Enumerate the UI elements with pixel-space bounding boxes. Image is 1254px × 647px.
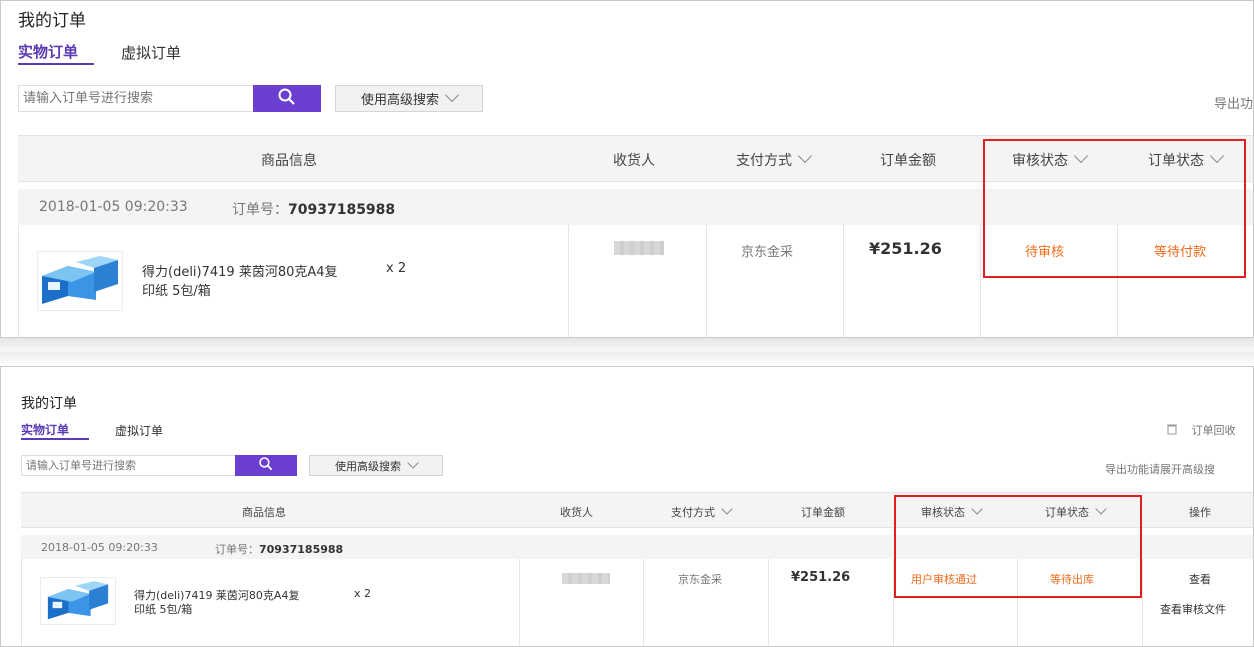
highlight-box [983, 139, 1246, 278]
chevron-down-icon [797, 148, 813, 164]
highlight-box [894, 495, 1142, 598]
chevron-down-icon [721, 503, 733, 515]
product-name[interactable]: 得力(deli)7419 莱茵河80克A4复 [142, 261, 338, 280]
search-icon [278, 88, 295, 105]
tab-virtual-orders[interactable]: 虚拟订单 [121, 42, 181, 63]
order-date: 2018-01-05 09:20:33 [39, 199, 188, 215]
order-panel-before: 我的订单 实物订单 虚拟订单 使用高级搜索 导出功 商品信息 收货人 支付方式 … [0, 0, 1254, 338]
col-amount: 订单金额 [801, 506, 845, 519]
advanced-search-button[interactable]: 使用高级搜索 [335, 85, 483, 112]
view-order-link[interactable]: 查看 [1189, 571, 1211, 587]
tab-physical-orders[interactable]: 实物订单 [21, 421, 69, 438]
advanced-search-label: 使用高级搜索 [360, 92, 439, 107]
payment-method: 京东金采 [741, 245, 794, 260]
product-quantity: x 2 [354, 587, 372, 600]
col-product-info: 商品信息 [261, 153, 317, 169]
panel-divider [0, 338, 1254, 366]
recipient-redacted [562, 573, 610, 584]
recipient-redacted [614, 241, 664, 255]
payment-method: 京东金采 [678, 573, 722, 586]
paper-box-image [42, 256, 118, 304]
product-thumbnail[interactable] [40, 577, 116, 625]
order-amount: ¥251.26 [791, 570, 851, 585]
col-amount: 订单金额 [880, 153, 936, 169]
search-button[interactable] [253, 85, 321, 112]
col-payment[interactable]: 支付方式 [736, 148, 813, 170]
search-icon [259, 457, 273, 471]
product-quantity: x 2 [386, 261, 407, 276]
advanced-search-button[interactable]: 使用高级搜索 [309, 455, 443, 476]
order-number: 订单号：70937185988 [215, 543, 344, 556]
trash-icon [1167, 424, 1177, 435]
active-tab-underline [18, 63, 94, 65]
order-search-input[interactable] [18, 85, 254, 112]
order-number: 订单号：70937185988 [232, 202, 396, 218]
col-payment[interactable]: 支付方式 [671, 503, 733, 520]
order-recycle-link[interactable]: 订单回收 [1166, 422, 1236, 438]
order-amount: ¥251.26 [869, 239, 942, 258]
paper-box-image [47, 581, 109, 620]
chevron-down-icon [444, 87, 460, 103]
advanced-search-label: 使用高级搜索 [335, 460, 401, 473]
product-name-line2: 印纸 5包/箱 [134, 603, 193, 616]
page-title: 我的订单 [21, 396, 77, 412]
tab-physical-orders[interactable]: 实物订单 [18, 41, 78, 62]
search-button[interactable] [235, 455, 297, 476]
order-panel-after: 我的订单 实物订单 虚拟订单 订单回收 使用高级搜索 导出功能请展开高级搜 商品… [0, 366, 1254, 647]
product-name-line2: 印纸 5包/箱 [142, 284, 211, 299]
export-hint: 导出功能请展开高级搜 [1105, 463, 1215, 476]
page-title: 我的订单 [18, 11, 86, 31]
order-date: 2018-01-05 09:20:33 [41, 541, 158, 554]
col-recipient: 收货人 [560, 506, 593, 519]
chevron-down-icon [407, 456, 419, 469]
tab-virtual-orders[interactable]: 虚拟订单 [115, 422, 163, 439]
export-link[interactable]: 导出功 [1214, 93, 1253, 112]
view-audit-file-link[interactable]: 查看审核文件 [1160, 601, 1226, 617]
order-search-input[interactable] [21, 455, 236, 476]
active-tab-underline [21, 438, 89, 440]
col-recipient: 收货人 [613, 153, 655, 169]
product-thumbnail[interactable] [37, 251, 123, 311]
col-actions: 操作 [1189, 506, 1211, 519]
col-product-info: 商品信息 [242, 506, 286, 519]
